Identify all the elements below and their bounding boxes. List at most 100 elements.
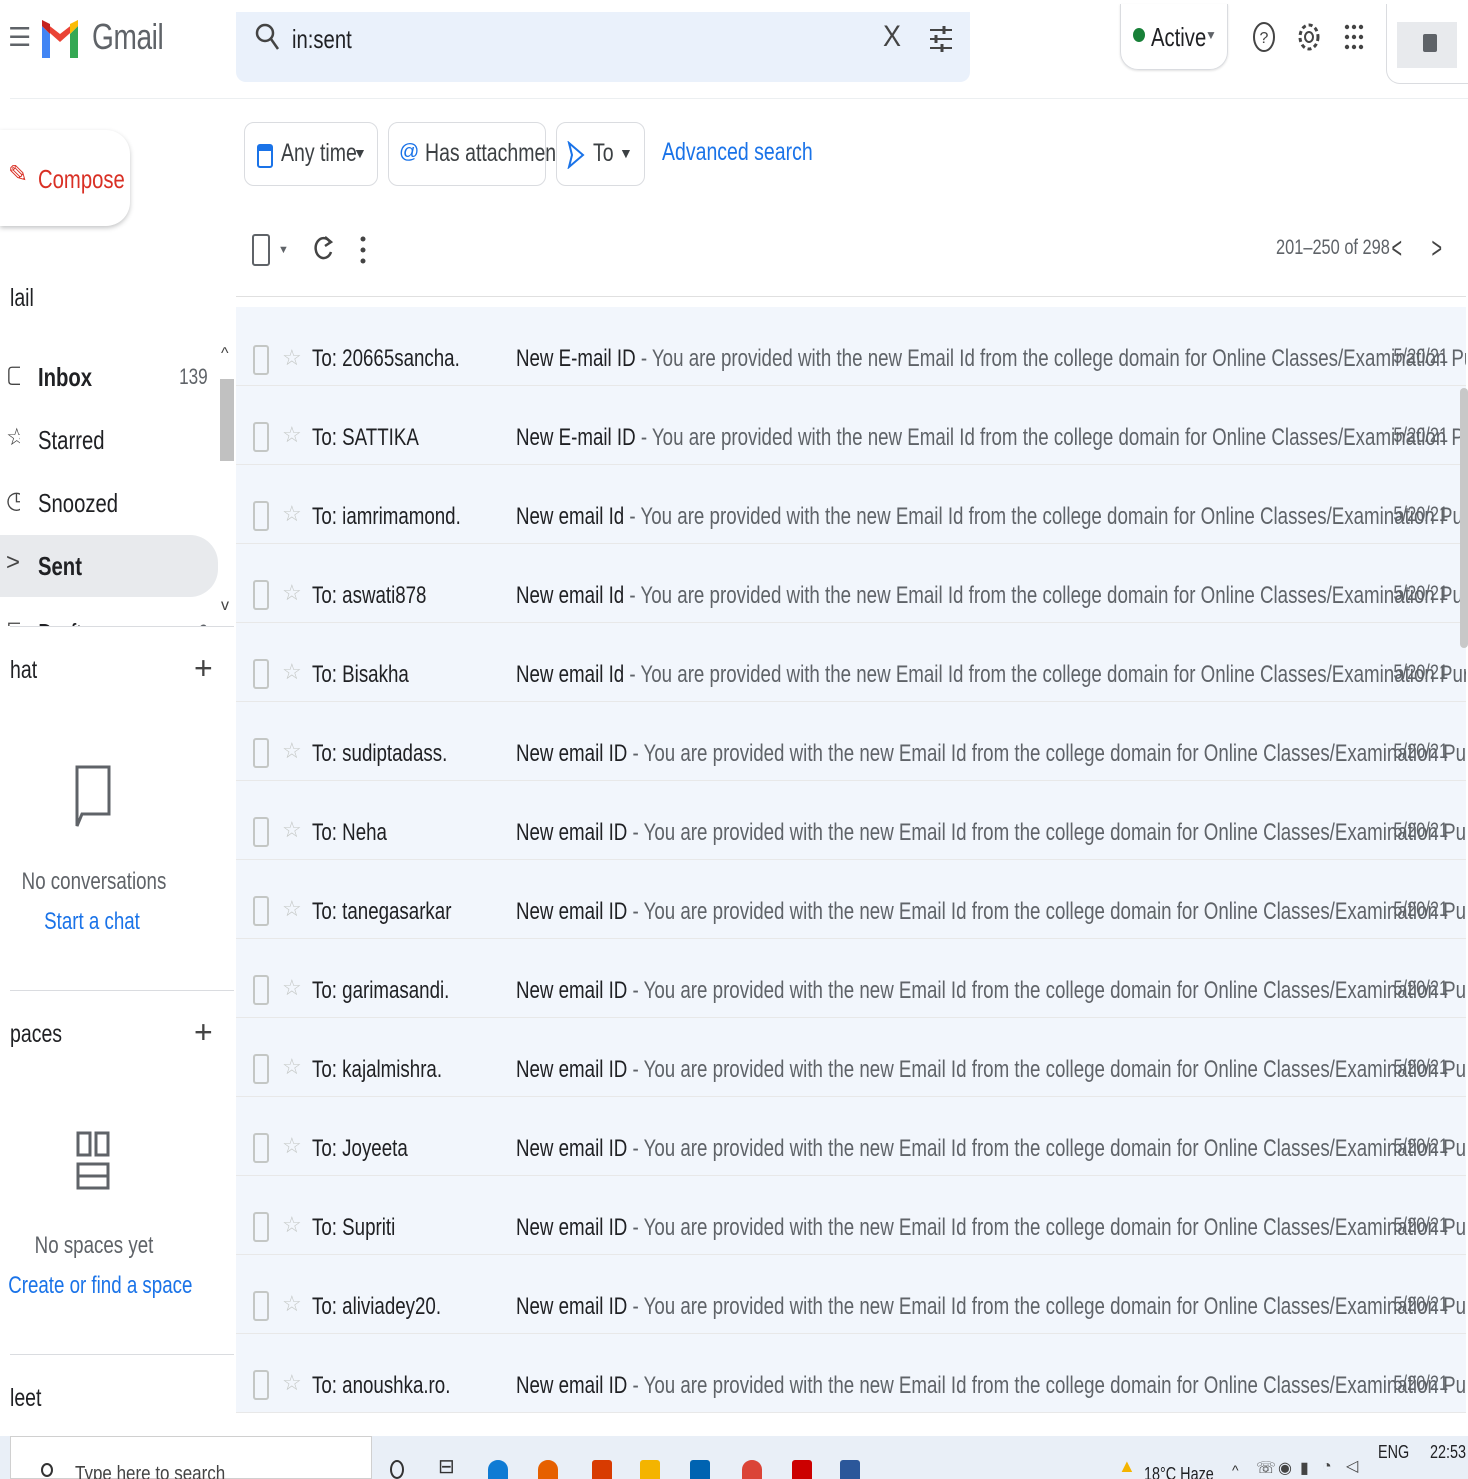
weather-text[interactable]: 18°C Haze [1144, 1464, 1214, 1479]
tray-chevron-icon[interactable]: ^ [1232, 1462, 1239, 1478]
email-row[interactable]: ☆ To: tanegasarkar New email ID - You are … [236, 860, 1466, 939]
row-checkbox[interactable] [253, 975, 269, 1005]
search-icon[interactable] [254, 22, 280, 52]
email-row[interactable]: ☆ To: Supriti New email ID - You are provi… [236, 1176, 1466, 1255]
search-input[interactable]: in:sent [292, 24, 352, 55]
volume-icon[interactable]: ◁ [1346, 1456, 1358, 1476]
gmail-wordmark[interactable]: Gmail [92, 16, 164, 58]
email-row[interactable]: ☆ To: kajalmishra. New email ID - You are … [236, 1018, 1466, 1097]
cortana-icon[interactable] [390, 1460, 404, 1479]
scroll-up-icon[interactable]: ^ [221, 345, 229, 363]
sidebar-item-inbox[interactable]: ▢ Inbox 139 [0, 346, 218, 408]
search-options-icon[interactable] [928, 24, 954, 54]
account-area[interactable] [1386, 4, 1468, 84]
status-selector[interactable]: Active ▼ [1120, 4, 1228, 70]
advanced-search-link[interactable]: Advanced search [662, 138, 813, 167]
filter-to[interactable]: To ▼ [556, 122, 645, 186]
more-options-icon[interactable] [356, 234, 370, 266]
email-row[interactable]: ☆ To: Joyeeta New email ID - You are provi… [236, 1097, 1466, 1176]
wifi-icon[interactable]: ◔ [1322, 1458, 1332, 1476]
email-row[interactable]: ☆ To: aswati878 New email Id - You are pro… [236, 544, 1466, 623]
row-checkbox[interactable] [253, 659, 269, 689]
previous-page-icon[interactable]: < [1392, 232, 1403, 266]
star-icon[interactable]: ☆ [282, 659, 302, 685]
row-checkbox[interactable] [253, 345, 269, 375]
main-scrollbar-thumb[interactable] [1460, 388, 1468, 648]
taskbar-search-placeholder[interactable]: Type here to search [75, 1463, 225, 1479]
clock-time[interactable]: 22:53 [1430, 1442, 1466, 1463]
star-icon[interactable]: ☆ [282, 422, 302, 448]
gear-icon[interactable] [1296, 20, 1322, 54]
row-checkbox[interactable] [253, 896, 269, 926]
email-row[interactable]: ☆ To: sudiptadass. New email ID - You are … [236, 702, 1466, 781]
row-checkbox[interactable] [253, 501, 269, 531]
star-icon[interactable]: ☆ [282, 738, 302, 764]
sidebar-item-drafts-row[interactable]: ▤ Drafts 9 [0, 602, 218, 626]
email-row[interactable]: ☆ To: garimasandi. New email ID - You are … [236, 939, 1466, 1018]
email-row[interactable]: ☆ To: anoushka.ro. New email ID - You are … [236, 1334, 1466, 1413]
language-indicator[interactable]: ENG [1378, 1442, 1409, 1463]
select-menu-chevron-icon[interactable]: ▼ [278, 244, 289, 256]
sidebar-item-sent[interactable]: > Sent [0, 535, 218, 597]
main-menu-icon[interactable]: ☰ [8, 22, 31, 52]
chrome-icon[interactable] [742, 1460, 762, 1479]
star-icon[interactable]: ☆ [282, 1212, 302, 1238]
sidebar-item-snoozed[interactable]: ◷ Snoozed [0, 472, 218, 534]
star-icon[interactable]: ☆ [282, 975, 302, 1001]
office-icon[interactable] [592, 1460, 612, 1479]
file-explorer-icon[interactable] [640, 1460, 660, 1479]
row-checkbox[interactable] [253, 580, 269, 610]
network-icon[interactable]: ☏ [1256, 1458, 1276, 1478]
star-icon[interactable]: ☆ [282, 580, 302, 606]
sidebar-item-drafts[interactable]: ▤ Drafts 9 [0, 602, 218, 626]
star-icon[interactable]: ☆ [282, 1291, 302, 1317]
scroll-down-icon[interactable]: v [221, 597, 229, 615]
mail-app-icon[interactable] [690, 1460, 710, 1479]
email-row[interactable]: ☆ To: aliviadey20. New email ID - You are … [236, 1255, 1466, 1334]
tray-app-icon[interactable]: ◉ [1278, 1458, 1292, 1478]
sidebar-scrollbar[interactable]: ^ v [218, 345, 234, 625]
star-icon[interactable]: ☆ [282, 896, 302, 922]
gmail-logo-icon[interactable] [40, 14, 80, 62]
search-box[interactable]: in:sent X [236, 12, 970, 82]
email-row[interactable]: ☆ To: Bisakha New email Id - You are provi… [236, 623, 1466, 702]
task-view-icon[interactable]: ⊟ [438, 1454, 455, 1479]
row-checkbox[interactable] [253, 1291, 269, 1321]
star-icon[interactable]: ☆ [282, 1370, 302, 1396]
apps-grid-icon[interactable] [1343, 22, 1365, 52]
star-icon[interactable]: ☆ [282, 1054, 302, 1080]
row-checkbox[interactable] [253, 817, 269, 847]
compose-button[interactable]: ✎ Compose [0, 130, 130, 226]
create-space-link[interactable]: Create or find a space [8, 1272, 192, 1300]
star-icon[interactable]: ☆ [282, 817, 302, 843]
star-icon[interactable]: ☆ [282, 501, 302, 527]
row-checkbox[interactable] [253, 422, 269, 452]
scrollbar-thumb[interactable] [220, 379, 234, 461]
star-icon[interactable]: ☆ [282, 1133, 302, 1159]
sidebar-item-starred[interactable]: ☆ Starred [0, 409, 218, 471]
firefox-icon[interactable] [538, 1460, 558, 1479]
email-row[interactable]: ☆ To: SATTIKA New E-mail ID - You are prov… [236, 386, 1466, 465]
row-checkbox[interactable] [253, 1370, 269, 1400]
battery-icon[interactable]: ▮ [1300, 1458, 1309, 1478]
filter-any-time[interactable]: Any time ▼ [244, 122, 378, 186]
new-chat-plus-icon[interactable]: + [194, 650, 213, 687]
row-checkbox[interactable] [253, 1212, 269, 1242]
row-checkbox[interactable] [253, 1133, 269, 1163]
start-chat-link[interactable]: Start a chat [6, 908, 178, 936]
edge-icon[interactable] [488, 1460, 508, 1479]
star-icon[interactable]: ☆ [282, 345, 302, 371]
email-row[interactable]: ☆ To: iamrimamond. New email Id - You are … [236, 465, 1466, 544]
next-page-icon[interactable]: > [1432, 232, 1443, 266]
acrobat-icon[interactable] [792, 1460, 812, 1479]
email-row[interactable]: ☆ To: Neha New email ID - You are provided… [236, 781, 1466, 860]
new-space-plus-icon[interactable]: + [194, 1014, 213, 1051]
word-icon[interactable] [840, 1460, 860, 1479]
select-all-checkbox[interactable] [252, 234, 270, 266]
row-checkbox[interactable] [253, 1054, 269, 1084]
refresh-icon[interactable] [312, 232, 334, 266]
help-icon[interactable]: ? [1252, 20, 1276, 54]
taskbar-search-box[interactable]: Type here to search [10, 1436, 372, 1479]
filter-has-attachment[interactable]: @ Has attachment [388, 122, 562, 186]
clear-search-icon[interactable]: X [883, 20, 901, 54]
